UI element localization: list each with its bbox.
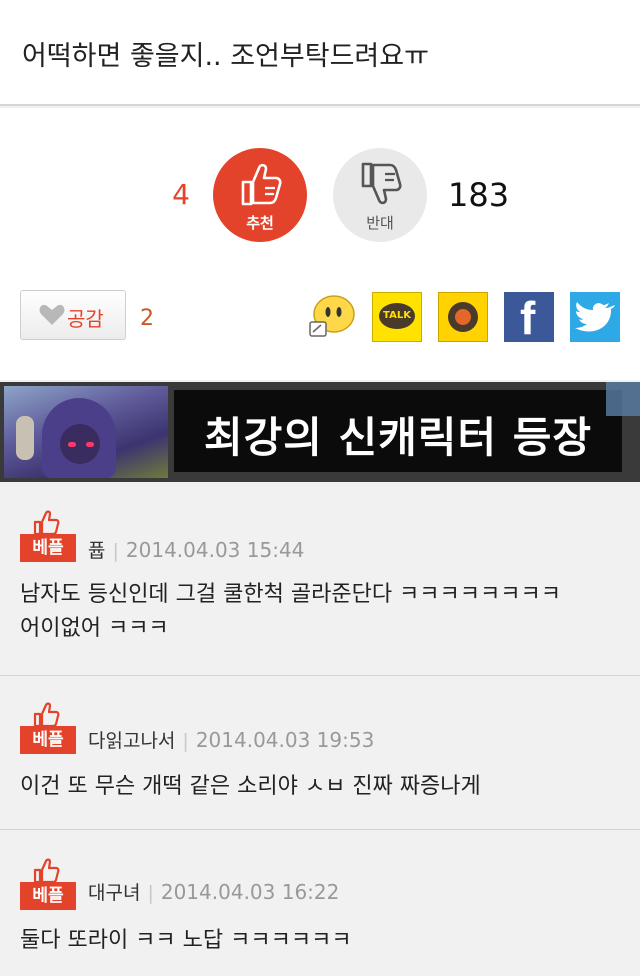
comment-meta: 퓹 | 2014.04.03 15:44 [88,538,305,562]
best-comment-badge: 베플 [20,858,76,912]
twitter-share-button[interactable] [570,292,620,342]
best-comment-badge: 베플 [20,510,76,564]
character-image [4,386,168,478]
kakaostory-share-button[interactable] [438,292,488,342]
comment-item: 베플 대구녀 | 2014.04.03 16:22 둘다 또라이 ㅋㅋ 노답 ㅋㅋㅋ… [0,830,640,976]
comment-text: 이건 또 무슨 개떡 같은 소리야 ㅅㅂ 진짜 짜증나게 [20,774,481,799]
downvote-button[interactable]: 반대 [333,148,427,242]
upvote-label: 추천 [246,214,274,232]
best-comment-badge: 베플 [20,702,76,756]
empathy-button[interactable]: 공감 [20,290,126,340]
downvote-label: 반대 [366,214,394,232]
comment-date: 2014.04.03 16:22 [160,880,340,904]
facebook-icon: f [520,292,536,344]
emoticon-share-button[interactable] [306,292,356,342]
twitter-icon [575,302,615,332]
best-label: 베플 [20,726,76,754]
best-label: 베플 [20,534,76,562]
thumbs-up-icon [33,858,60,884]
empathy-label: 공감 [67,307,104,331]
emoticon-icon [309,295,355,337]
upvote-button[interactable]: 추천 [213,148,307,242]
thumbs-up-icon [33,510,60,536]
comment-meta: 다읽고나서 | 2014.04.03 19:53 [88,728,375,752]
facebook-share-button[interactable]: f [504,292,554,342]
kakaotalk-share-button[interactable]: TALK [372,292,422,342]
comment-author[interactable]: 퓹 [88,540,105,562]
thumbs-up-icon [33,702,60,728]
ad-badge [606,382,640,416]
comment-meta: 대구녀 | 2014.04.03 16:22 [88,880,340,904]
comment-date: 2014.04.03 15:44 [125,538,305,562]
heart-icon [39,304,65,325]
kakaotalk-icon: TALK [379,303,415,329]
post-title: 어떡하면 좋을지.. 조언부탁드려요ㅠ [22,41,429,72]
comment-text: 둘다 또라이 ㅋㅋ 노답 ㅋㅋㅋㅋㅋㅋ [20,928,352,953]
comment-text: 남자도 등신인데 그걸 쿨한척 골라준단다 ㅋㅋㅋㅋㅋㅋㅋㅋ 어이없어 ㅋㅋㅋ [20,582,561,641]
thumbs-down-icon [361,162,402,205]
upvote-count: 4 [172,178,190,211]
thumbs-up-icon [241,163,282,206]
comment-item: 베플 다읽고나서 | 2014.04.03 19:53 이건 또 무슨 개떡 같은 … [0,676,640,830]
downvote-count: 183 [448,176,510,214]
post-header: 어떡하면 좋을지.. 조언부탁드려요ㅠ [0,0,640,106]
empathy-count: 2 [140,306,154,331]
comment-date: 2014.04.03 19:53 [195,728,375,752]
comment-item: 베플 퓹 | 2014.04.03 15:44 남자도 등신인데 그걸 쿨한척 골라… [0,484,640,676]
banner-text: 최강의 신캐릭터 등장 [203,413,592,462]
vote-area: 4 추천 반대 183 공감 2 TALK f [0,108,640,380]
comment-author[interactable]: 대구녀 [88,882,140,904]
comment-author[interactable]: 다읽고나서 [88,730,175,752]
best-label: 베플 [20,882,76,910]
ad-banner[interactable]: 최강의 신캐릭터 등장 [0,382,640,482]
